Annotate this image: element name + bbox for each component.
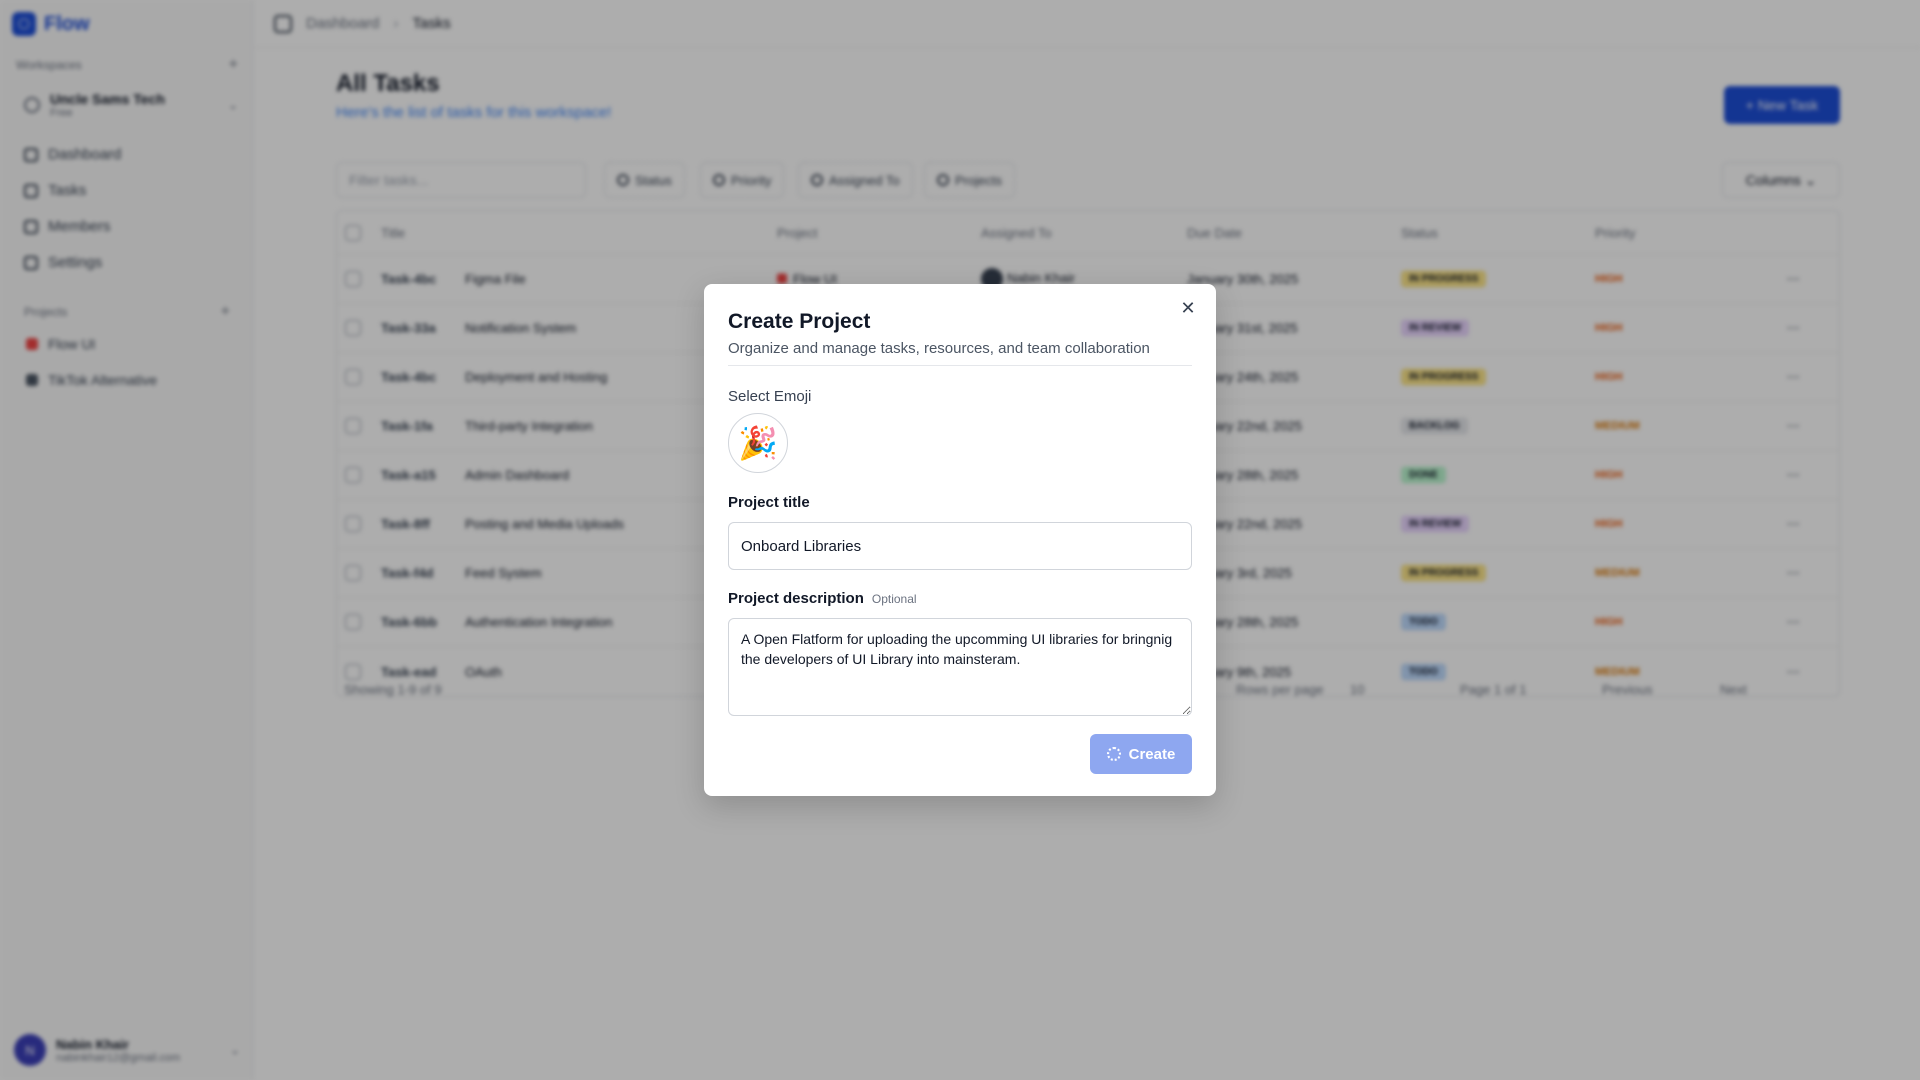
project-description-input[interactable]: A Open Flatform for uploading the upcomm… <box>728 618 1192 716</box>
create-button[interactable]: Create <box>1090 734 1192 774</box>
close-icon[interactable]: ✕ <box>1178 298 1198 318</box>
description-label-row: Project description Optional <box>728 590 917 607</box>
create-project-dialog: ✕ Create Project Organize and manage tas… <box>704 284 1216 796</box>
project-title-input[interactable] <box>728 522 1192 570</box>
loading-spinner-icon <box>1106 747 1121 761</box>
emoji-picker-button[interactable]: 🎉 <box>728 413 788 473</box>
project-title-label: Project title <box>728 494 810 511</box>
emoji-label: Select Emoji <box>728 388 812 405</box>
divider <box>728 365 1192 366</box>
optional-tag: Optional <box>871 592 917 606</box>
create-label: Create <box>1128 745 1176 763</box>
project-description-label: Project description <box>728 590 864 607</box>
dialog-title: Create Project <box>728 310 871 333</box>
dialog-subtitle: Organize and manage tasks, resources, an… <box>728 340 1150 357</box>
